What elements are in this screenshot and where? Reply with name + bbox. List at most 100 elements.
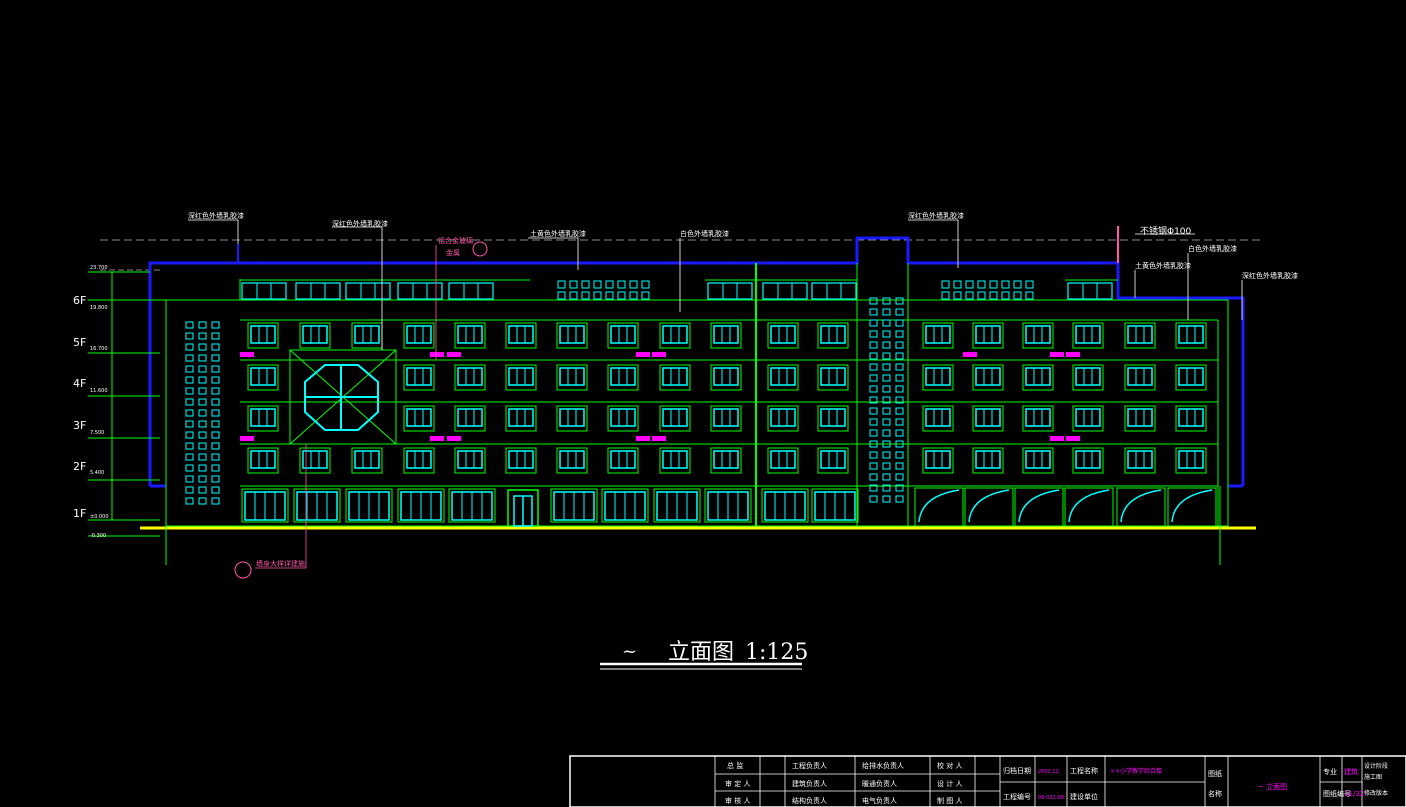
tb-cell: 结构负责人 (792, 796, 827, 805)
top-window (295, 282, 341, 300)
stair-window (869, 385, 878, 393)
window-glass (559, 325, 585, 344)
vent-square (977, 280, 986, 289)
stair-window (198, 343, 207, 351)
floor-label: 5F (73, 336, 86, 349)
vent-square (569, 291, 578, 300)
window-glass (354, 325, 380, 344)
panel-block (240, 436, 254, 441)
stair-window (185, 321, 194, 329)
stair-window (185, 354, 194, 362)
octagon-window (289, 349, 397, 445)
stair-window (882, 451, 891, 459)
shopfront-arc (1068, 489, 1110, 523)
window-glass (662, 450, 688, 469)
vent-square (953, 280, 962, 289)
stair-window (211, 354, 220, 362)
window-glass (1178, 450, 1204, 469)
floor-label: 4F (73, 377, 86, 390)
stair-window (869, 330, 878, 338)
panel-block (240, 352, 254, 357)
tb-cell: ××小学教学综合楼 (1110, 767, 1162, 775)
stair-window (895, 473, 904, 481)
vent-square (641, 291, 650, 300)
stair-window (185, 431, 194, 439)
stair-window (869, 407, 878, 415)
tb-cell: 工程编号 (1003, 792, 1031, 801)
vent-square (1001, 280, 1010, 289)
stair-window (198, 475, 207, 483)
stair-window (869, 462, 878, 470)
stair-window (198, 497, 207, 505)
tb-cell: 总 监 (727, 761, 743, 770)
tb-cell: ~ 立面图 (1258, 782, 1287, 791)
window-glass (1025, 408, 1051, 427)
vent-square (641, 280, 650, 289)
window-glass (457, 367, 483, 386)
panel-block (636, 436, 650, 441)
vent-square (953, 291, 962, 300)
stair-window (882, 429, 891, 437)
stair-window (198, 409, 207, 417)
stair-window (211, 431, 220, 439)
stair-window (895, 462, 904, 470)
window-glass (508, 450, 534, 469)
stair-window (185, 464, 194, 472)
stair-window (198, 365, 207, 373)
stair-window (198, 431, 207, 439)
stair-window (895, 385, 904, 393)
stair-window (198, 420, 207, 428)
panel-block (1050, 352, 1064, 357)
window-glass (302, 325, 328, 344)
annotation-label: 墙身大样详建施 (256, 559, 305, 568)
window-glass (406, 325, 432, 344)
panel-block (1066, 352, 1080, 357)
window-glass (975, 408, 1001, 427)
stair-window (185, 398, 194, 406)
window-glass (250, 367, 276, 386)
tb-cell: 名称 (1208, 789, 1222, 798)
window-glass (1127, 450, 1153, 469)
window-glass (610, 367, 636, 386)
tb-cell: 审 核 人 (725, 796, 750, 805)
stair-window (185, 486, 194, 494)
annotation-label: 深红色外墙乳胶漆 (908, 211, 964, 220)
stair-window (895, 352, 904, 360)
tb-cell: 归档日期 (1003, 766, 1031, 775)
window-glass (820, 408, 846, 427)
window-glass (1025, 367, 1051, 386)
window-glass (610, 450, 636, 469)
tb-cell: 专业 (1323, 767, 1337, 776)
level-mark: -0.300 (90, 533, 106, 539)
top-window (707, 282, 753, 300)
stair-window (211, 398, 220, 406)
stair-window (185, 475, 194, 483)
shopfront-frame (964, 487, 1014, 527)
window-glass (302, 450, 328, 469)
callout-circle (472, 241, 488, 257)
panel-block (430, 436, 444, 441)
stair-window (869, 495, 878, 503)
window-glass (820, 367, 846, 386)
tb-cell: 制 图 人 (937, 796, 962, 805)
tb-cell: 图纸 (1208, 769, 1222, 778)
level-mark: 16.700 (90, 346, 108, 352)
stair-window (185, 376, 194, 384)
stair-window (895, 495, 904, 503)
window-glass (406, 408, 432, 427)
window-glass (406, 367, 432, 386)
stair-window (185, 442, 194, 450)
vent-square (557, 280, 566, 289)
vent-square (593, 291, 602, 300)
stair-window (211, 409, 220, 417)
window-glass (610, 325, 636, 344)
top-window (345, 282, 391, 300)
level-mark: 11.600 (90, 388, 108, 394)
window-glass (508, 408, 534, 427)
stair-window (895, 451, 904, 459)
window-glass (610, 408, 636, 427)
panel-block (652, 436, 666, 441)
vent-square (617, 291, 626, 300)
window-glass (1075, 367, 1101, 386)
window-glass (662, 325, 688, 344)
